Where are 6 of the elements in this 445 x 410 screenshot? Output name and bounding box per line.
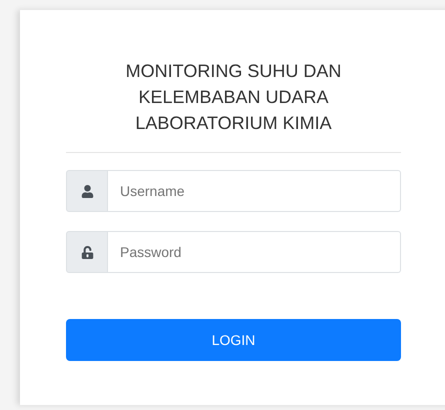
input-field[interactable]: Username bbox=[108, 170, 401, 212]
page-title: MONITORING SUHU DAN KELEMBABAN UDARA LABORATORIUM KIMIA bbox=[124, 60, 342, 135]
user-icon bbox=[80, 184, 94, 198]
login-button[interactable]: LOGIN bbox=[66, 319, 401, 361]
input-field[interactable]: Password bbox=[108, 231, 401, 273]
unlock-icon bbox=[80, 246, 94, 258]
